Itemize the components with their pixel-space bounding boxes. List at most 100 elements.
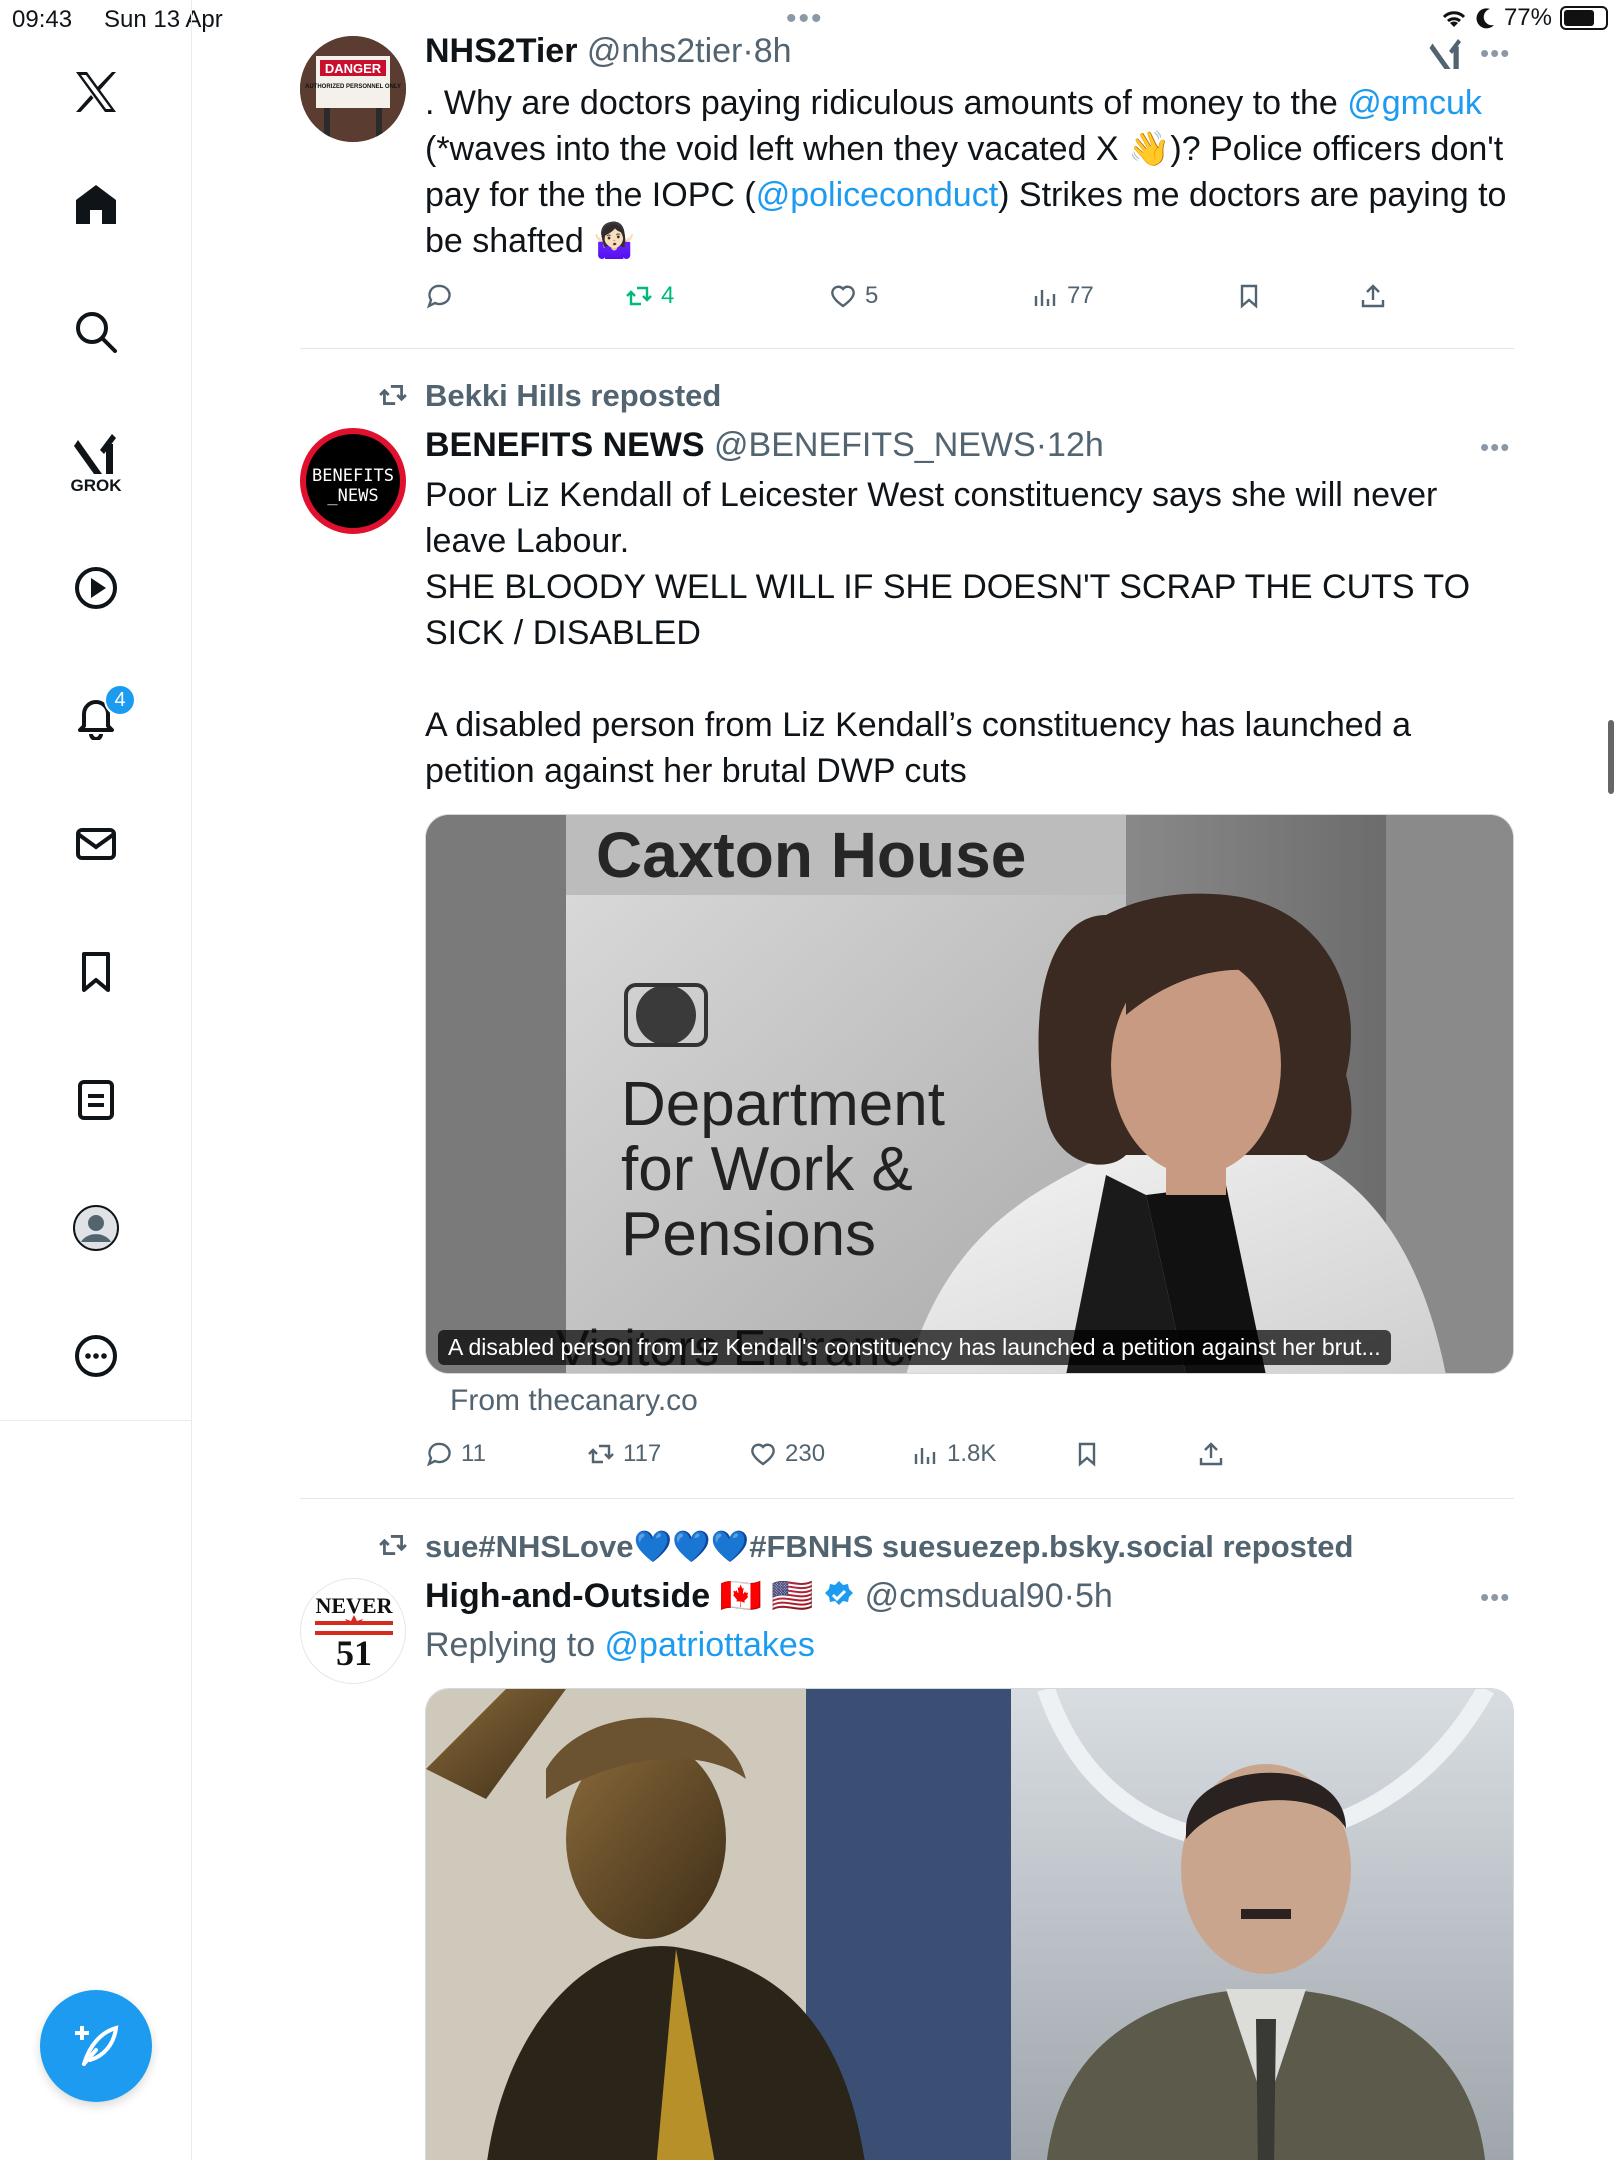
share-button[interactable] [1359, 282, 1387, 310]
link-source[interactable]: From thecanary.co [450, 1384, 698, 1418]
tweet-header: NHS2Tier @nhs2tier·8h [425, 32, 792, 70]
tweet-media-image[interactable]: Caxton House Department for Work & Pensi… [425, 814, 1514, 1374]
bookmark-button[interactable] [1235, 282, 1263, 310]
repost-attribution[interactable]: sue#NHSLove💙💙💙#FBNHS suesuezep.bsky.soci… [425, 1528, 1353, 1565]
avatar-text-line1: BENEFITS [312, 466, 394, 486]
profile-avatar-icon [73, 1205, 119, 1251]
wifi-icon [1442, 11, 1466, 27]
nav-lists[interactable] [56, 1060, 136, 1140]
battery-percent: 77% [1503, 4, 1552, 31]
like-button[interactable]: 230 [749, 1440, 825, 1468]
reply-button[interactable] [425, 282, 461, 310]
sidebar-divider [0, 1420, 192, 1421]
repost-indicator-icon [379, 385, 407, 405]
reply-icon [426, 1442, 451, 1467]
views-button[interactable]: 1.8K [911, 1440, 996, 1468]
repost-icon [626, 286, 652, 306]
danger-sign-avatar: DANGER AUTHORIZED PERSONNEL ONLY [300, 36, 406, 142]
grok-icon [74, 434, 116, 474]
author-handle[interactable]: @nhs2tier [587, 32, 742, 70]
status-bar: 09:43 Sun 13 Apr ••• 77% [0, 0, 1620, 40]
tweet-time[interactable]: 8h [754, 32, 792, 70]
nav-search[interactable] [56, 292, 136, 372]
repost-indicator-icon [379, 1535, 407, 1555]
tweet-avatar[interactable]: BENEFITS _NEWS [300, 428, 406, 534]
tweet-divider [300, 348, 1514, 349]
scrollbar[interactable] [1608, 720, 1614, 794]
tweet-divider [300, 1498, 1514, 1499]
views-icon [1034, 290, 1056, 306]
heart-icon [831, 285, 855, 308]
multitasking-dots[interactable]: ••• [786, 2, 824, 36]
bookmark-button[interactable] [1073, 1440, 1101, 1468]
share-button[interactable] [1197, 1440, 1225, 1468]
author-name[interactable]: NHS2Tier [425, 32, 577, 70]
more-options-icon[interactable]: ••• [1480, 1582, 1510, 1613]
repost-button[interactable]: 4 [625, 282, 674, 310]
author-name[interactable]: BENEFITS NEWS [425, 426, 705, 464]
mention-link[interactable]: @policeconduct [756, 176, 998, 214]
share-icon [1361, 284, 1385, 308]
nav-messages[interactable] [56, 804, 136, 884]
views-icon [914, 1448, 936, 1464]
tweet-actions: 11 117 230 1.8K [425, 1440, 1225, 1480]
replying-to-link[interactable]: @patriottakes [605, 1626, 815, 1664]
nav-video[interactable] [56, 548, 136, 628]
avatar-sign-top: DANGER [325, 61, 382, 76]
sign-title: Caxton House [596, 819, 1026, 891]
tweet-actions: 4 5 77 [425, 282, 1425, 322]
avatar-text-line2: _NEWS [327, 486, 379, 506]
repost-attribution[interactable]: Bekki Hills reposted [425, 378, 721, 414]
nav-bookmarks[interactable] [56, 932, 136, 1012]
home-icon [76, 185, 116, 224]
heart-icon [751, 1443, 775, 1466]
caxton-house-photo: Caxton House Department for Work & Pensi… [426, 815, 1513, 1373]
tweet-text: Poor Liz Kendall of Leicester West const… [425, 476, 1471, 790]
list-icon [78, 1080, 114, 1120]
tweet-avatar[interactable]: NEVER 51 [300, 1578, 406, 1684]
tweet-time[interactable]: 5h [1075, 1577, 1113, 1615]
play-icon [75, 567, 117, 609]
author-handle[interactable]: @BENEFITS_NEWS [714, 426, 1036, 464]
battery-icon [1560, 6, 1608, 30]
tweet-text: . Why are doctors paying ridiculous amou… [425, 84, 1507, 260]
media-caption: A disabled person from Liz Kendall's con… [438, 1330, 1391, 1365]
tweet-header: High-and-Outside 🇨🇦 🇺🇸 @cmsdual90·5h [425, 1577, 1113, 1615]
battery-fill [1564, 10, 1594, 26]
avatar-never: NEVER [315, 1593, 393, 1618]
never-51-avatar: NEVER 51 [315, 1593, 394, 1673]
repost-button[interactable]: 117 [587, 1440, 661, 1468]
mail-icon [76, 828, 116, 860]
bookmark-icon [1078, 1442, 1096, 1467]
more-circle-icon [75, 1335, 117, 1377]
sidebar: GROK 4 [0, 0, 192, 2160]
sign-line-2: for Work & [621, 1135, 913, 1204]
grok-tweet-icon[interactable] [1428, 36, 1464, 72]
reply-button[interactable]: 11 [425, 1440, 486, 1468]
mention-link[interactable]: @gmcuk [1347, 84, 1482, 122]
tweet-avatar[interactable]: DANGER AUTHORIZED PERSONNEL ONLY [300, 36, 406, 142]
bookmark-icon [82, 952, 110, 992]
avatar-51: 51 [336, 1633, 372, 1673]
tweet-media-image[interactable] [425, 1688, 1514, 2160]
repost-icon [588, 1444, 614, 1464]
search-icon [76, 312, 117, 353]
more-options-icon[interactable]: ••• [1480, 432, 1510, 463]
sign-line-3: Pensions [621, 1200, 876, 1269]
like-button[interactable]: 5 [829, 282, 878, 310]
views-button[interactable]: 77 [1031, 282, 1094, 310]
more-options-icon[interactable]: ••• [1480, 38, 1510, 69]
reply-icon [426, 284, 451, 309]
nav-home[interactable] [56, 164, 136, 244]
author-name[interactable]: High-and-Outside 🇨🇦 🇺🇸 [425, 1577, 814, 1615]
grok-label: GROK [70, 476, 122, 495]
tweet-time[interactable]: 12h [1047, 426, 1104, 464]
compose-feather-icon [75, 2025, 119, 2066]
nav-profile[interactable] [56, 1188, 136, 1268]
author-handle[interactable]: @cmsdual90 [865, 1577, 1064, 1615]
avatar-sign-bottom: AUTHORIZED PERSONNEL ONLY [305, 84, 401, 90]
nav-more[interactable] [56, 1316, 136, 1396]
compose-button[interactable] [40, 1990, 152, 2102]
x-logo-icon[interactable] [56, 52, 136, 132]
verified-badge-icon [825, 1581, 854, 1605]
